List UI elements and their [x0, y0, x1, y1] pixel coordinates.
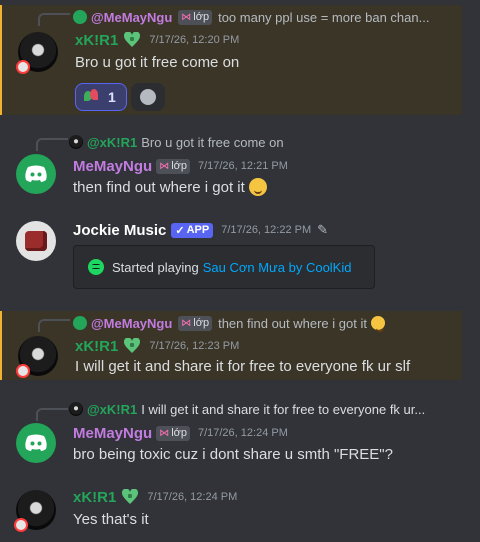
spotify-icon [88, 259, 104, 275]
check-icon: ✓ [175, 224, 185, 237]
embed-prefix: Started playing [112, 259, 199, 275]
reply-author[interactable]: @MeMayNgu [91, 10, 172, 25]
reply-avatar [69, 135, 83, 149]
add-reaction-icon [140, 89, 156, 105]
reply-text: Bro u got it free come on [141, 134, 284, 150]
jockie-logo-icon [25, 231, 47, 251]
reply-text: too many ppl use = more ban chan... [218, 9, 430, 25]
reply-author[interactable]: @xK!R1 [87, 135, 137, 150]
author-name[interactable]: MeMayNgu [73, 158, 152, 175]
author-name[interactable]: xK!R1 [75, 338, 118, 355]
message-1[interactable]: @MeMayNgu ⋈ lớp too many ppl use = more b… [0, 5, 462, 115]
guild-badge-icon [123, 338, 141, 354]
timestamp: 7/17/26, 12:21 PM [197, 160, 288, 172]
flower-emoji [84, 89, 98, 105]
status-badge [16, 60, 30, 74]
slash-command-icon: ✎ [317, 222, 329, 237]
message-text: Yes that's it [73, 511, 149, 528]
reply-preview[interactable]: @xK!R1 I will get it and share it for fr… [69, 400, 425, 418]
wink-emoji [248, 178, 267, 196]
guild-badge-icon [121, 489, 139, 505]
avatar[interactable] [16, 221, 56, 261]
reaction-button[interactable]: 1 [75, 83, 127, 111]
status-badge [14, 518, 28, 532]
message-text: I will get it and share it for free to e… [75, 358, 411, 375]
role-tag: ⋈ lớp [156, 425, 190, 441]
message-text: then find out where i got it [73, 179, 245, 196]
avatar[interactable] [16, 423, 56, 463]
message-text: bro being toxic cuz i dont share u smth … [73, 446, 393, 463]
discord-icon [25, 434, 47, 451]
reaction-count: 1 [108, 89, 116, 105]
reply-author[interactable]: @MeMayNgu [91, 316, 172, 331]
bow-icon: ⋈ [159, 160, 170, 172]
timestamp: 7/17/26, 12:20 PM [149, 34, 240, 46]
author-name[interactable]: xK!R1 [75, 32, 118, 49]
author-name[interactable]: MeMayNgu [73, 425, 152, 442]
add-reaction-button[interactable] [131, 83, 165, 111]
message-5[interactable]: @xK!R1 I will get it and share it for fr… [0, 400, 480, 472]
message-6[interactable]: xK!R1 7/17/26, 12:24 PM Yes that's it [0, 482, 480, 537]
timestamp: 7/17/26, 12:24 PM [197, 427, 288, 439]
reply-preview[interactable]: @MeMayNgu ⋈ lớp too many ppl use = more b… [73, 8, 429, 26]
reply-text: I will get it and share it for free to e… [141, 401, 426, 417]
discord-icon [25, 165, 47, 182]
message-2[interactable]: @xK!R1 Bro u got it free come on MeMayNg… [0, 130, 480, 205]
reply-preview[interactable]: @MeMayNgu ⋈ lớp then find out where i got… [73, 314, 385, 332]
reply-avatar [73, 10, 87, 24]
reply-preview[interactable]: @xK!R1 Bro u got it free come on [69, 133, 284, 151]
song-link[interactable]: Sau Cơn Mưa by CoolKid [203, 260, 352, 275]
wink-emoji [370, 316, 385, 332]
bow-icon: ⋈ [181, 11, 192, 23]
bow-icon: ⋈ [181, 317, 192, 329]
avatar[interactable] [16, 336, 58, 378]
author-name[interactable]: xK!R1 [73, 489, 116, 506]
timestamp: 7/17/26, 12:23 PM [149, 340, 240, 352]
timestamp: 7/17/26, 12:24 PM [147, 491, 238, 503]
message-text: Bro u got it free come on [75, 54, 240, 71]
bow-icon: ⋈ [159, 427, 170, 439]
status-badge [16, 364, 30, 378]
reply-author[interactable]: @xK!R1 [87, 402, 137, 417]
avatar[interactable] [16, 154, 56, 194]
author-name[interactable]: Jockie Music [73, 222, 166, 239]
app-badge: ✓ APP [171, 222, 214, 238]
role-tag: ⋈ lớp [178, 315, 213, 331]
now-playing-embed: Started playing Sau Cơn Mưa by CoolKid [73, 245, 375, 289]
message-4[interactable]: @MeMayNgu ⋈ lớp then find out where i got… [0, 311, 462, 380]
reply-text: then find out where i got it [218, 315, 367, 331]
role-tag: ⋈ lớp [156, 158, 190, 174]
reply-avatar [73, 316, 87, 330]
timestamp: 7/17/26, 12:22 PM [221, 224, 312, 236]
avatar[interactable] [14, 490, 56, 532]
role-tag: ⋈ lớp [178, 9, 213, 25]
guild-badge-icon [123, 32, 141, 48]
avatar[interactable] [16, 32, 58, 74]
reply-avatar [69, 402, 83, 416]
